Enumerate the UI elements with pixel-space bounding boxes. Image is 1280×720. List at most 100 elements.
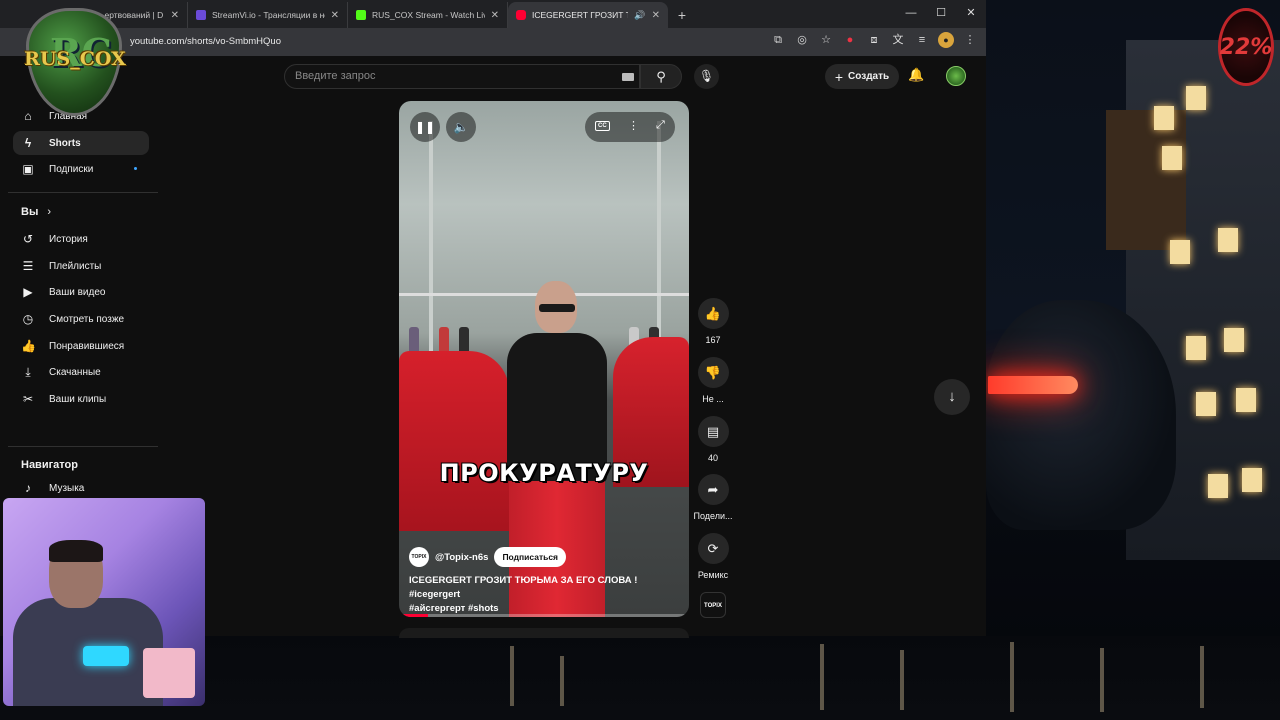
short-title[interactable]: ICEGERGERT ГРОЗИТ ТЮРЬМА ЗА ЕГО СЛОВА ! … xyxy=(409,574,684,616)
sidebar-item-playlists[interactable]: ☰ Плейлисты xyxy=(13,254,149,278)
logo-name: RUS_COX xyxy=(24,48,126,70)
music-icon: ♪ xyxy=(25,481,31,495)
sunglasses xyxy=(539,304,575,312)
share-action[interactable]: ➦ Подели... xyxy=(690,474,736,521)
browser-tab-active[interactable]: ICEGERGERT ГРОЗИТ ТЮРЬ 🔊 ✕ xyxy=(508,2,668,28)
close-window-icon[interactable]: ✕ xyxy=(956,0,986,26)
search-button[interactable]: ⚲ xyxy=(640,64,682,89)
sidebar-item-your-videos[interactable]: ▶ Ваши видео xyxy=(13,280,149,304)
url-field[interactable]: youtube.com/shorts/vo-SmbmHQuo xyxy=(130,32,810,52)
you-title: Вы xyxy=(21,206,39,218)
toolbar-icons: ⧉ ◎ ☆ ● ⧈ 文 ≡ ● ⋮ xyxy=(770,32,978,48)
close-icon[interactable]: ✕ xyxy=(171,10,179,21)
sidebar-item-label: Shorts xyxy=(49,137,81,149)
profile-avatar-icon[interactable]: ● xyxy=(938,32,954,48)
captions-icon[interactable]: CC xyxy=(595,121,610,131)
remix-icon[interactable]: ⟳ xyxy=(697,533,729,564)
next-short-preview[interactable] xyxy=(399,628,689,638)
percent-text: 22% xyxy=(1219,34,1273,60)
new-tab-button[interactable]: + xyxy=(668,2,696,28)
maximize-icon[interactable]: ☐ xyxy=(926,0,956,26)
channel-logo[interactable]: TOPIX xyxy=(409,547,429,567)
search-input[interactable]: Введите запрос xyxy=(284,64,640,89)
create-button[interactable]: + Создать xyxy=(825,64,899,89)
pause-button[interactable]: ❚❚ xyxy=(410,112,440,142)
sidebar-item-watch-later[interactable]: ◷ Смотреть позже xyxy=(13,307,149,331)
voice-search-button[interactable]: 🎙 xyxy=(694,64,719,89)
sidebar-item-label: Ваши видео xyxy=(49,286,106,298)
sidebar-item-history[interactable]: ↺ История xyxy=(13,227,149,251)
comment-count: 40 xyxy=(707,453,718,463)
close-icon[interactable]: ✕ xyxy=(331,10,339,21)
channel-handle[interactable]: @Topix-n6s xyxy=(435,552,488,563)
fullscreen-icon[interactable]: ⤢ xyxy=(656,119,665,132)
comments-action[interactable]: ▤ 40 xyxy=(690,416,736,463)
tab-bar: …ертвований | D ✕ StreamVi.io - Трансляц… xyxy=(0,0,986,28)
sidebar-item-label: Подписки xyxy=(49,163,94,175)
browser-tab[interactable]: RUS_COX Stream - Watch Live ✕ xyxy=(348,2,508,28)
keyboard-icon[interactable] xyxy=(622,73,634,81)
remix-action[interactable]: ⟳ Ремикс xyxy=(690,533,736,580)
progress-bar[interactable] xyxy=(399,614,689,617)
translate-icon[interactable]: 文 xyxy=(890,32,906,48)
media-controls-icon[interactable]: ≡ xyxy=(914,32,930,48)
sidebar-item-music[interactable]: ♪ Музыка xyxy=(13,476,149,500)
sidebar-item-downloads[interactable]: ⤓ Скачанные xyxy=(13,360,149,384)
close-icon[interactable]: ✕ xyxy=(491,10,499,21)
speaker-icon[interactable]: 🔊 xyxy=(634,10,645,21)
plus-icon: + xyxy=(834,68,844,85)
thumbs-down-icon[interactable]: 👎 xyxy=(697,357,729,388)
kick-favicon-icon xyxy=(356,10,366,20)
menu-kebab-icon[interactable]: ⋮ xyxy=(962,32,978,48)
dislike-label: Не ... xyxy=(702,394,724,404)
bookmark-star-icon[interactable]: ☆ xyxy=(818,32,834,48)
progress-fill xyxy=(399,614,428,617)
pause-icon: ❚❚ xyxy=(414,120,436,134)
extension-red-icon[interactable]: ● xyxy=(842,32,858,48)
building-corner xyxy=(1106,110,1186,250)
chevron-right-icon: › xyxy=(47,206,52,218)
history-icon: ↺ xyxy=(22,232,34,246)
minimize-icon[interactable]: — xyxy=(896,0,926,26)
account-avatar[interactable] xyxy=(946,66,966,86)
like-action[interactable]: 👍 167 xyxy=(690,298,736,345)
next-short-button[interactable]: ↓ xyxy=(934,379,970,415)
streamer-hair xyxy=(49,540,103,562)
volume-button[interactable]: 🔈 xyxy=(446,112,476,142)
close-icon[interactable]: ✕ xyxy=(652,10,660,21)
divider xyxy=(8,192,158,193)
streamvi-favicon-icon xyxy=(196,10,206,20)
dislike-action[interactable]: 👎 Не ... xyxy=(690,357,736,404)
microphone-icon: 🎙 xyxy=(698,69,715,83)
you-section-title[interactable]: Вы › xyxy=(21,206,51,218)
sidebar-item-shorts[interactable]: ϟ Shorts xyxy=(13,131,149,155)
install-app-icon[interactable]: ⧉ xyxy=(770,32,786,48)
sidebar-item-label: История xyxy=(49,233,88,245)
notifications-bell-icon[interactable]: 🔔 xyxy=(908,67,924,83)
thumbs-up-icon[interactable]: 👍 xyxy=(697,298,729,329)
tab-title: StreamVi.io - Трансляции в не xyxy=(212,10,325,20)
sidebar-item-subscriptions[interactable]: ▣ Подписки xyxy=(13,157,149,181)
webcam-overlay xyxy=(3,498,205,706)
remix-label: Ремикс xyxy=(697,570,729,580)
more-options-icon[interactable]: ⋮ xyxy=(628,119,639,132)
watch-later-icon: ◷ xyxy=(22,312,34,326)
short-metadata: TOPIX @Topix-n6s Подписаться ICEGERGERT … xyxy=(409,547,684,616)
car-silhouette xyxy=(986,300,1176,530)
sidebar-item-liked[interactable]: 👍 Понравившиеся xyxy=(13,334,149,358)
eye-off-icon[interactable]: ◎ xyxy=(794,32,810,48)
share-icon[interactable]: ➦ xyxy=(697,474,729,505)
clips-icon: ✂ xyxy=(22,392,34,406)
create-label: Создать xyxy=(848,71,890,82)
subscribe-button[interactable]: Подписаться xyxy=(494,547,567,567)
extensions-puzzle-icon[interactable]: ⧈ xyxy=(866,32,882,48)
shorts-player[interactable]: ПРОКУРАТУРУ ❚❚ 🔈 CC ⋮ ⤢ TOPIX @Topix-n6s… xyxy=(399,101,689,617)
comment-icon[interactable]: ▤ xyxy=(697,416,729,447)
sidebar-item-label: Музыка xyxy=(49,482,85,494)
arrow-down-icon: ↓ xyxy=(948,388,956,405)
sidebar-item-clips[interactable]: ✂ Ваши клипы xyxy=(13,387,149,411)
browser-tab[interactable]: StreamVi.io - Трансляции в не ✕ xyxy=(188,2,348,28)
sidebar-item-label: Смотреть позже xyxy=(49,313,125,325)
sound-channel-thumb[interactable]: TOPIX xyxy=(700,592,726,618)
sidebar-item-label: Плейлисты xyxy=(49,260,102,272)
